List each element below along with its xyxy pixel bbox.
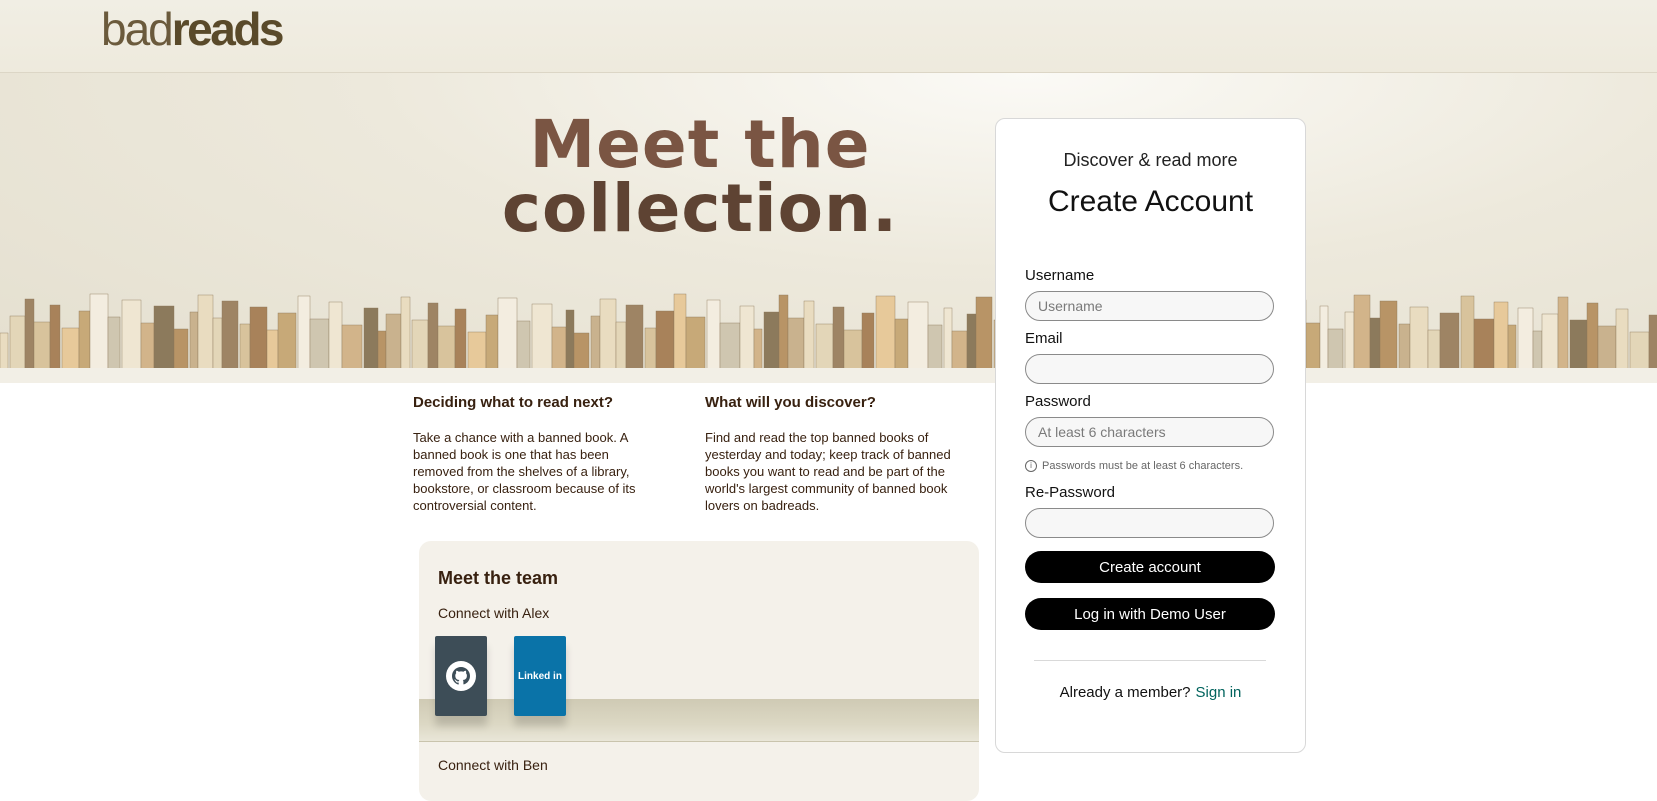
password-label: Password xyxy=(1025,393,1091,410)
hero-title: Meet the collection. xyxy=(501,106,899,247)
team-title: Meet the team xyxy=(438,568,559,588)
hero-banner: Meet the collection. xyxy=(0,73,1657,383)
password-input[interactable] xyxy=(1025,417,1274,447)
top-bar: badreads xyxy=(0,0,1657,73)
sign-in-link[interactable]: Sign in xyxy=(1196,684,1242,701)
info-column-discover: What will you discover? Find and read th… xyxy=(705,394,965,514)
create-account-card: Discover & read more Create Account User… xyxy=(995,118,1306,753)
email-input[interactable] xyxy=(1025,354,1274,384)
email-label: Email xyxy=(1025,330,1063,347)
password-hint: i Passwords must be at least 6 character… xyxy=(1025,460,1243,472)
divider xyxy=(1034,660,1266,661)
meet-the-team-panel: Meet the team Connect with Alex Linked i… xyxy=(419,541,979,801)
github-link[interactable] xyxy=(435,636,487,716)
repassword-label: Re-Password xyxy=(1025,484,1116,501)
badreads-logo[interactable]: badreads xyxy=(101,2,285,56)
github-icon xyxy=(446,661,476,691)
linkedin-link[interactable]: Linked in xyxy=(514,636,566,716)
info-text: Take a chance with a banned book. A bann… xyxy=(413,430,636,513)
info-heading: What will you discover? xyxy=(705,394,876,411)
repassword-input[interactable] xyxy=(1025,508,1274,538)
card-title: Create Account xyxy=(1047,185,1254,218)
already-member: Already a member? Sign in xyxy=(1059,684,1242,701)
username-input[interactable] xyxy=(1025,291,1274,321)
info-icon: i xyxy=(1025,460,1037,472)
team-shelf xyxy=(419,699,979,742)
info-text: Find and read the top banned books of ye… xyxy=(705,430,951,513)
connect-alex-label: Connect with Alex xyxy=(438,605,550,621)
card-subtitle: Discover & read more xyxy=(1063,150,1238,170)
linkedin-icon: Linked in xyxy=(518,670,562,682)
create-account-button[interactable]: Create account xyxy=(1025,551,1275,583)
info-heading: Deciding what to read next? xyxy=(413,394,614,411)
shelf-base xyxy=(0,368,1657,383)
demo-login-button[interactable]: Log in with Demo User xyxy=(1025,598,1275,630)
username-label: Username xyxy=(1025,267,1095,284)
connect-ben-label: Connect with Ben xyxy=(438,757,548,773)
info-column-read-next: Deciding what to read next? Take a chanc… xyxy=(413,394,653,514)
